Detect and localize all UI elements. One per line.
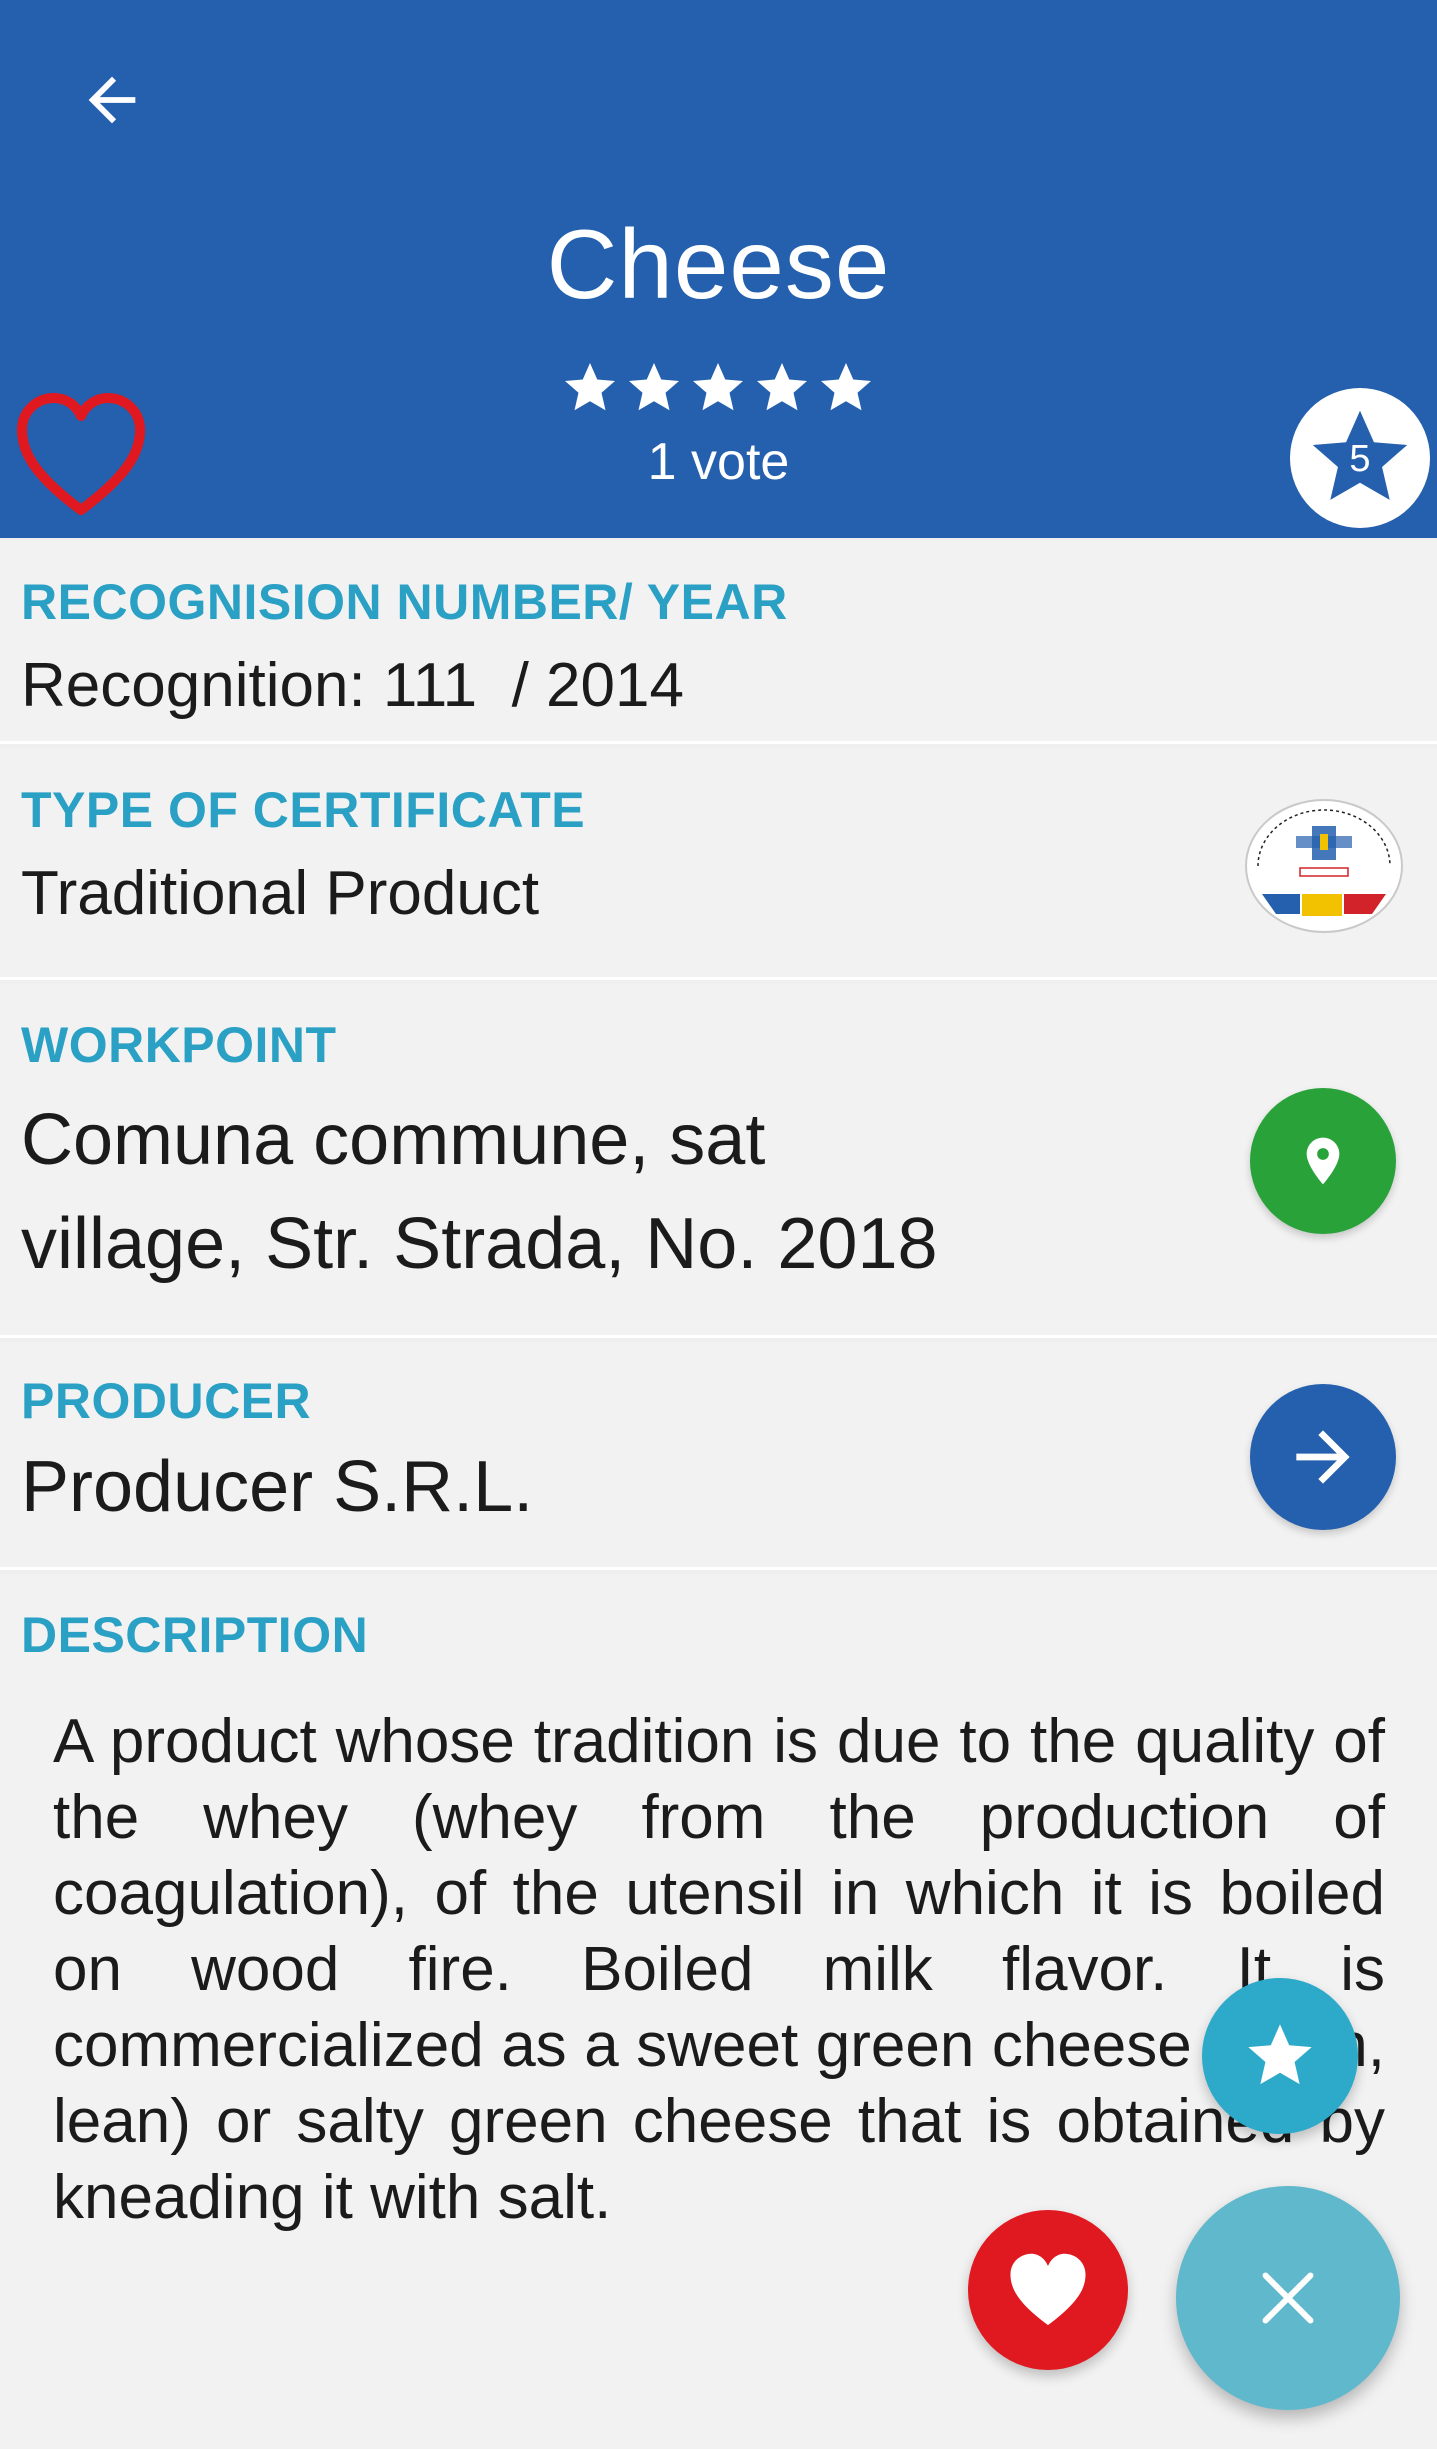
arrow-left-icon — [88, 76, 136, 124]
star-icon — [629, 363, 679, 411]
rate-fab-button[interactable] — [1202, 1978, 1358, 2134]
back-button[interactable] — [72, 60, 152, 140]
star-icon — [565, 363, 615, 411]
description-text: A product whose tradition is due to the … — [53, 1707, 1385, 2232]
recognition-value: Recognition: 111 / 2014 — [21, 651, 684, 720]
arrow-right-icon — [1296, 1430, 1350, 1484]
star-icon — [821, 363, 871, 411]
open-map-button[interactable] — [1250, 1088, 1396, 1234]
map-pin-icon — [1306, 1137, 1340, 1185]
star-icon — [1248, 2024, 1312, 2085]
rating-badge-number: 5 — [1349, 437, 1371, 480]
produs-traditional-seal-icon — [1245, 799, 1403, 933]
workpoint-card: WORKPOINT Comuna commune, sat village, S… — [0, 984, 1437, 1338]
certificate-value: Traditional Product — [21, 859, 540, 928]
producer-name: Producer S.R.L. — [21, 1447, 534, 1527]
close-fab-button[interactable] — [1176, 2186, 1400, 2410]
producer-label: PRODUCER — [21, 1373, 312, 1429]
page-title: Cheese — [546, 209, 891, 319]
votes-count: 1 vote — [647, 433, 790, 491]
producer-card: PRODUCER Producer S.R.L. — [0, 1342, 1437, 1570]
recognition-card: RECOGNISION NUMBER/ YEAR Recognition: 11… — [0, 540, 1437, 744]
description-label: DESCRIPTION — [21, 1607, 369, 1663]
certificate-label: TYPE OF CERTIFICATE — [21, 782, 586, 838]
workpoint-address: Comuna commune, sat village, Str. Strada… — [21, 1088, 1121, 1296]
recognition-label: RECOGNISION NUMBER/ YEAR — [21, 574, 788, 630]
rating-stars — [560, 358, 880, 418]
workpoint-address-line2: village, Str. Strada, No. 2018 — [21, 1204, 938, 1284]
star-icon — [757, 363, 807, 411]
close-icon — [1262, 2272, 1314, 2324]
user-rating-badge[interactable]: 5 — [1290, 388, 1430, 528]
app-header: Cheese 1 vote 5 — [0, 0, 1437, 538]
star-icon — [693, 363, 743, 411]
workpoint-address-line1: Comuna commune, sat — [21, 1100, 766, 1180]
certificate-card: TYPE OF CERTIFICATE Traditional Product — [0, 748, 1437, 980]
heart-outline-icon — [17, 393, 145, 515]
open-producer-button[interactable] — [1250, 1384, 1396, 1530]
favorite-fab-button[interactable] — [968, 2210, 1128, 2370]
favorite-toggle[interactable] — [14, 390, 148, 520]
workpoint-label: WORKPOINT — [21, 1017, 337, 1073]
heart-icon — [1010, 2253, 1086, 2326]
